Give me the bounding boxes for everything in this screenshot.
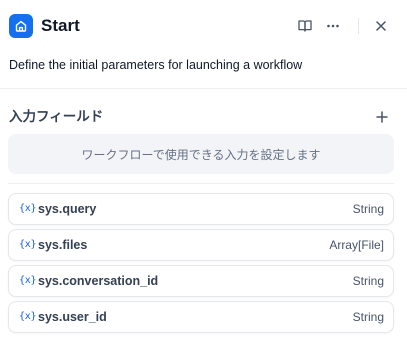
section-divider bbox=[8, 183, 394, 184]
variable-type: String bbox=[352, 202, 384, 216]
panel-header: Start bbox=[0, 0, 407, 52]
variable-icon: {x} bbox=[19, 275, 37, 286]
system-variable-row[interactable]: {x} sys.files Array[File] bbox=[8, 229, 394, 261]
panel-title: Start bbox=[41, 16, 80, 35]
input-fields-title: 入力フィールド bbox=[9, 109, 104, 124]
more-options-button[interactable] bbox=[322, 15, 344, 37]
home-icon bbox=[15, 20, 27, 32]
variable-name: sys.user_id bbox=[38, 310, 107, 324]
system-variable-row[interactable]: {x} sys.user_id String bbox=[8, 301, 394, 333]
variable-name: sys.query bbox=[38, 202, 97, 216]
more-icon bbox=[327, 24, 339, 28]
start-node-icon bbox=[9, 14, 33, 38]
close-button[interactable] bbox=[370, 15, 392, 37]
help-docs-button[interactable] bbox=[294, 15, 316, 37]
plus-icon bbox=[376, 111, 388, 123]
variable-icon: {x} bbox=[19, 311, 37, 322]
variable-name: sys.conversation_id bbox=[38, 274, 159, 288]
node-description[interactable]: Define the initial parameters for launch… bbox=[9, 57, 302, 73]
variable-type: Array[File] bbox=[329, 238, 384, 252]
close-icon bbox=[376, 21, 386, 31]
input-fields-empty-state: ワークフローで使用できる入力を設定します bbox=[8, 134, 394, 174]
system-variable-row[interactable]: {x} sys.query String bbox=[8, 193, 394, 225]
variable-type: String bbox=[352, 310, 384, 324]
variable-name: sys.files bbox=[38, 238, 88, 252]
section-divider bbox=[0, 88, 407, 89]
variable-icon: {x} bbox=[19, 239, 37, 250]
variable-type: String bbox=[352, 274, 384, 288]
header-divider bbox=[358, 18, 359, 34]
system-variable-row[interactable]: {x} sys.conversation_id String bbox=[8, 265, 394, 297]
variable-icon: {x} bbox=[19, 203, 37, 214]
book-open-icon bbox=[298, 20, 312, 32]
add-input-field-button[interactable] bbox=[372, 107, 392, 127]
